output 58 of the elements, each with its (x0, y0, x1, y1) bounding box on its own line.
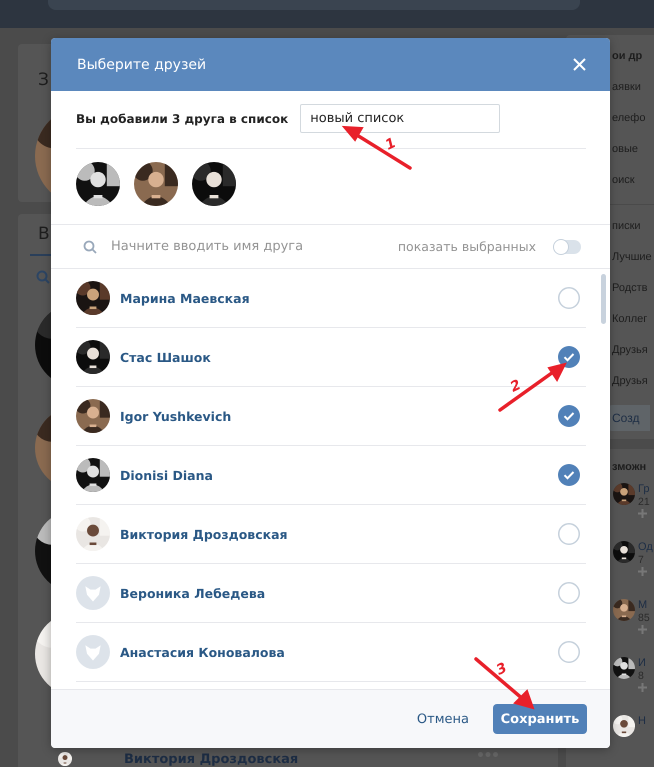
add-icon[interactable] (638, 683, 647, 692)
list-item[interactable]: писки (612, 211, 641, 242)
friend-name[interactable]: Виктория Дроздовская (124, 752, 298, 767)
summary-text: Вы добавили 3 друга в список (76, 112, 288, 126)
list-item[interactable]: Друзья (612, 366, 648, 397)
list-item[interactable]: Коллег (612, 304, 648, 335)
menu-item[interactable]: овые (612, 134, 638, 165)
checked-icon[interactable] (558, 405, 580, 427)
tab[interactable]: В (38, 224, 50, 244)
dialog-title: Выберите друзей (77, 56, 206, 72)
default-avatar-icon (76, 635, 110, 669)
checkbox[interactable] (558, 582, 580, 604)
menu-item[interactable]: оиск (612, 165, 635, 196)
annotation-arrow (498, 362, 567, 412)
step-number: 2 (508, 377, 524, 396)
friend-name[interactable]: Виктория Дроздовская (120, 526, 548, 542)
list-name-field[interactable]: новый список (300, 104, 500, 133)
add-icon[interactable] (638, 567, 647, 576)
search-icon (83, 240, 97, 254)
annotation-arrow (342, 126, 412, 170)
more-icon[interactable] (478, 752, 498, 757)
person-name[interactable]: М (638, 599, 648, 611)
person-name[interactable]: И (638, 657, 646, 669)
menu-item[interactable]: елефо (612, 103, 646, 134)
menu-item[interactable]: ои др (612, 41, 642, 72)
checkbox[interactable] (558, 287, 580, 309)
friend-name[interactable]: Анастасия Коновалова (120, 644, 548, 660)
friend-name[interactable]: Вероника Лебедева (120, 586, 548, 600)
step-number: 3 (494, 660, 510, 679)
close-icon[interactable] (573, 58, 586, 71)
search-icon[interactable] (36, 270, 50, 284)
checkbox[interactable] (558, 523, 580, 545)
toggle-switch[interactable] (554, 240, 581, 254)
create-button[interactable]: Созд (608, 405, 650, 431)
scrollbar[interactable] (601, 274, 606, 324)
friend-name[interactable]: Марина Маевская (120, 290, 548, 306)
annotation-arrow (474, 657, 535, 710)
friend-name[interactable]: Dionisi Diana (120, 468, 548, 482)
person-name[interactable]: Н (638, 715, 646, 727)
card-title: З (38, 70, 49, 90)
list-item[interactable]: Лучшие (612, 242, 652, 273)
person-name[interactable]: Гр (638, 483, 650, 495)
friend-name[interactable]: Стас Шашок (120, 350, 548, 364)
friend-name[interactable]: Igor Yushkevich (120, 408, 548, 424)
section-title: зможн (612, 460, 646, 475)
add-icon[interactable] (638, 625, 647, 634)
checked-icon[interactable] (558, 464, 580, 486)
save-button[interactable]: Сохранить (493, 704, 587, 734)
list-item[interactable]: Друзья (612, 335, 648, 366)
person-name[interactable]: Од (638, 541, 653, 553)
checkbox[interactable] (558, 641, 580, 663)
checked-icon[interactable] (558, 346, 580, 368)
cancel-button[interactable]: Отмена (416, 712, 469, 726)
toggle-label: показать выбранных (398, 239, 536, 254)
menu-item[interactable]: аявки (612, 72, 641, 103)
list-item[interactable]: Родств (612, 273, 648, 304)
add-icon[interactable] (638, 509, 647, 518)
step-number: 1 (382, 135, 399, 154)
